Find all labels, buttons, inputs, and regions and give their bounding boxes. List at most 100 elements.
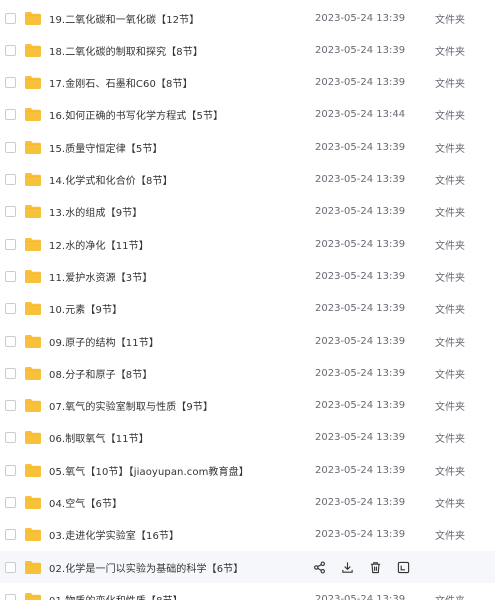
file-row[interactable]: 14.化学式和化合价【8节】 2023-05-24 13:39 文件夹 xyxy=(0,164,495,196)
row-checkbox[interactable] xyxy=(5,174,16,185)
file-row[interactable]: 13.水的组成【9节】 2023-05-24 13:39 文件夹 xyxy=(0,196,495,228)
file-name[interactable]: 12.水的净化【11节】 xyxy=(49,237,149,252)
file-row[interactable]: 07.氧气的实验室制取与性质【9节】 2023-05-24 13:39 文件夹 xyxy=(0,390,495,422)
file-row[interactable]: 19.二氧化碳和一氧化碳【12节】 2023-05-24 13:39 文件夹 xyxy=(0,2,495,34)
row-checkbox[interactable] xyxy=(5,12,16,24)
file-row[interactable]: 16.如何正确的书写化学方程式【5节】 2023-05-24 13:44 文件夹 xyxy=(0,99,495,131)
folder-icon xyxy=(25,463,41,477)
modified-date: 2023-05-24 13:39 xyxy=(315,238,406,250)
modified-date: 2023-05-24 13:39 xyxy=(315,206,406,218)
row-checkbox[interactable] xyxy=(5,367,16,379)
file-name[interactable]: 05.氧气【10节】【jiaoyupan.com教育盘】 xyxy=(49,463,249,478)
file-name[interactable]: 06.制取氧气【11节】 xyxy=(49,430,149,445)
modified-date: 2023-05-24 13:39 xyxy=(315,303,406,315)
file-name[interactable]: 01.物质的变化和性质【8节】 xyxy=(49,592,183,600)
file-row[interactable]: 08.分子和原子【8节】 2023-05-24 13:39 文件夹 xyxy=(0,357,495,389)
row-checkbox[interactable] xyxy=(5,303,16,315)
file-name[interactable]: 15.质量守恒定律【5节】 xyxy=(49,140,163,155)
file-name[interactable]: 14.化学式和化合价【8节】 xyxy=(49,172,173,187)
file-row[interactable]: 09.原子的结构【11节】 2023-05-24 13:39 文件夹 xyxy=(0,325,495,357)
row-checkbox[interactable] xyxy=(5,77,16,89)
file-name[interactable]: 17.金刚石、石墨和C60【8节】 xyxy=(49,75,193,90)
file-name[interactable]: 16.如何正确的书写化学方程式【5节】 xyxy=(49,107,223,122)
file-row[interactable]: 02.化学是一门以实验为基础的科学【6节】 xyxy=(0,551,495,584)
row-checkbox[interactable] xyxy=(5,206,16,218)
share-icon[interactable] xyxy=(312,560,327,575)
file-name[interactable]: 19.二氧化碳和一氧化碳【12节】 xyxy=(49,11,199,26)
file-name[interactable]: 04.空气【6节】 xyxy=(49,495,122,510)
file-name[interactable]: 18.二氧化碳的制取和探究【8节】 xyxy=(49,43,203,58)
file-name[interactable]: 02.化学是一门以实验为基础的科学【6节】 xyxy=(49,560,243,575)
file-row[interactable]: 15.质量守恒定律【5节】 2023-05-24 13:39 文件夹 xyxy=(0,131,495,163)
modified-date: 2023-05-24 13:39 xyxy=(315,44,406,56)
file-list: 19.二氧化碳和一氧化碳【12节】 2023-05-24 13:39 文件夹 1… xyxy=(0,0,495,600)
file-name[interactable]: 08.分子和原子【8节】 xyxy=(49,366,152,381)
file-row[interactable]: 04.空气【6节】 2023-05-24 13:39 文件夹 xyxy=(0,487,495,519)
row-checkbox[interactable] xyxy=(5,593,16,600)
file-type: 文件夹 xyxy=(435,337,465,349)
file-type: 文件夹 xyxy=(435,240,465,252)
file-type: 文件夹 xyxy=(435,111,465,123)
file-row[interactable]: 17.金刚石、石墨和C60【8节】 2023-05-24 13:39 文件夹 xyxy=(0,67,495,99)
folder-icon xyxy=(25,366,41,380)
row-checkbox[interactable] xyxy=(5,335,16,347)
folder-icon xyxy=(25,140,41,154)
folder-icon xyxy=(25,334,41,348)
folder-icon xyxy=(25,496,41,509)
file-type: 文件夹 xyxy=(435,466,465,478)
file-type: 文件夹 xyxy=(435,531,465,543)
file-row[interactable]: 01.物质的变化和性质【8节】 2023-05-24 13:39 文件夹 xyxy=(0,583,495,600)
modified-date: 2023-05-24 13:39 xyxy=(315,593,406,600)
row-checkbox[interactable] xyxy=(5,238,16,250)
file-row[interactable]: 03.走进化学实验室【16节】 2023-05-24 13:39 文件夹 xyxy=(0,519,495,551)
folder-icon xyxy=(25,76,41,90)
folder-icon xyxy=(25,528,41,542)
file-row[interactable]: 12.水的净化【11节】 2023-05-24 13:39 文件夹 xyxy=(0,228,495,260)
folder-icon xyxy=(25,237,41,251)
file-name[interactable]: 09.原子的结构【11节】 xyxy=(49,334,159,349)
row-checkbox[interactable] xyxy=(5,529,16,541)
row-checkbox[interactable] xyxy=(5,141,16,153)
modified-date: 2023-05-24 13:39 xyxy=(315,367,406,379)
file-type: 文件夹 xyxy=(435,46,465,58)
folder-icon xyxy=(25,399,41,413)
row-checkbox[interactable] xyxy=(5,270,16,282)
row-checkbox[interactable] xyxy=(5,44,16,56)
file-name[interactable]: 11.爱护水资源【3节】 xyxy=(49,269,152,284)
modified-date: 2023-05-24 13:39 xyxy=(315,141,406,153)
delete-icon[interactable] xyxy=(368,560,383,575)
row-checkbox[interactable] xyxy=(5,497,16,508)
modified-date: 2023-05-24 13:39 xyxy=(315,335,406,347)
modified-date: 2023-05-24 13:39 xyxy=(315,432,406,444)
file-row[interactable]: 18.二氧化碳的制取和探究【8节】 2023-05-24 13:39 文件夹 xyxy=(0,34,495,66)
download-icon[interactable] xyxy=(340,560,355,575)
file-type: 文件夹 xyxy=(435,369,465,381)
folder-icon xyxy=(25,43,41,57)
more-icon[interactable] xyxy=(396,560,411,575)
file-type: 文件夹 xyxy=(435,208,465,220)
file-name[interactable]: 03.走进化学实验室【16节】 xyxy=(49,527,179,542)
row-checkbox[interactable] xyxy=(5,109,16,121)
file-type: 文件夹 xyxy=(435,434,465,446)
modified-date: 2023-05-24 13:39 xyxy=(315,497,406,508)
file-type: 文件夹 xyxy=(435,499,465,510)
modified-date: 2023-05-24 13:39 xyxy=(315,12,406,24)
file-type: 文件夹 xyxy=(435,272,465,284)
row-checkbox[interactable] xyxy=(5,432,16,444)
file-row[interactable]: 06.制取氧气【11节】 2023-05-24 13:39 文件夹 xyxy=(0,422,495,454)
file-row[interactable]: 10.元素【9节】 2023-05-24 13:39 文件夹 xyxy=(0,293,495,325)
folder-icon xyxy=(25,592,41,600)
file-row[interactable]: 05.氧气【10节】【jiaoyupan.com教育盘】 2023-05-24 … xyxy=(0,454,495,486)
file-type: 文件夹 xyxy=(435,176,465,187)
file-type: 文件夹 xyxy=(435,592,465,600)
file-name[interactable]: 13.水的组成【9节】 xyxy=(49,204,142,219)
folder-icon xyxy=(25,302,41,316)
row-checkbox[interactable] xyxy=(5,561,16,573)
file-type: 文件夹 xyxy=(435,14,465,26)
file-row[interactable]: 11.爱护水资源【3节】 2023-05-24 13:39 文件夹 xyxy=(0,260,495,292)
row-checkbox[interactable] xyxy=(5,464,16,476)
folder-icon xyxy=(25,560,41,574)
row-checkbox[interactable] xyxy=(5,400,16,412)
file-name[interactable]: 07.氧气的实验室制取与性质【9节】 xyxy=(49,398,213,413)
file-name[interactable]: 10.元素【9节】 xyxy=(49,301,122,316)
